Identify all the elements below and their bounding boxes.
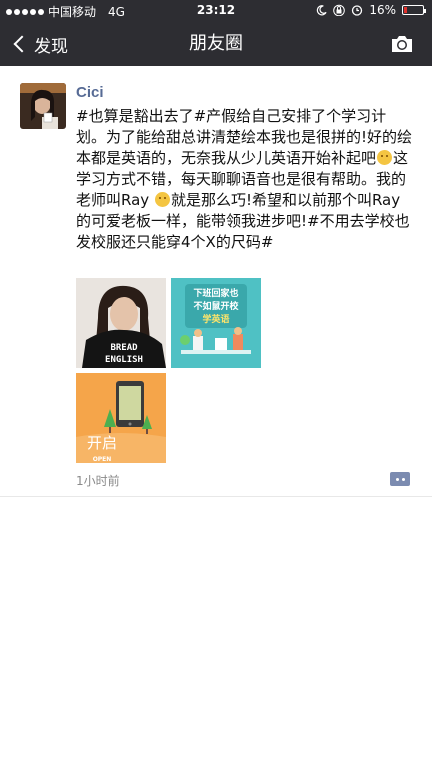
lock-rotation-icon <box>333 4 346 16</box>
post-photo-3[interactable]: 开启 OPEN <box>76 373 166 463</box>
nav-bar: 发现 朋友圈 <box>0 22 432 66</box>
post-photo-1[interactable]: BREAD ENGLISH <box>76 278 166 368</box>
splash-label: 开启 <box>87 434 117 452</box>
grin-emoji-icon <box>154 192 170 207</box>
battery-percent: 16% <box>369 3 396 17</box>
divider <box>0 496 432 497</box>
shirt-text-2: ENGLISH <box>105 355 143 365</box>
avatar[interactable] <box>20 83 66 129</box>
post-text-part-1: #也算是豁出去了#产假给自己安排了个学习计划。为了能给甜总讲清楚绘本我也是很拼的… <box>76 107 413 167</box>
post-photo-2[interactable]: 下班回家也 不如鼠开校 学英语 <box>171 278 261 368</box>
comment-icon[interactable] <box>390 472 410 486</box>
camera-icon[interactable] <box>390 34 414 54</box>
post-text: #也算是豁出去了#产假给自己安排了个学习计划。为了能给甜总讲清楚绘本我也是很拼的… <box>76 106 414 253</box>
promo-line-3: 学英语 <box>202 313 229 325</box>
post-author[interactable]: Cici <box>76 84 104 101</box>
splash-sublabel: OPEN <box>93 456 112 463</box>
page-title: 朋友圈 <box>189 33 243 54</box>
moon-icon <box>317 4 327 15</box>
grin-emoji-icon <box>377 150 393 165</box>
post-timestamp: 1小时前 <box>76 474 120 488</box>
status-bar: 中国移动 4G 23:12 16% <box>0 0 432 22</box>
alarm-icon <box>352 5 363 16</box>
status-right: 16% <box>316 3 426 17</box>
battery-fill <box>404 7 407 13</box>
promo-line-2: 不如鼠开校 <box>193 300 239 312</box>
promo-line-1: 下班回家也 <box>193 287 238 299</box>
battery-icon <box>402 5 426 15</box>
shirt-text-1: BREAD <box>110 343 138 353</box>
